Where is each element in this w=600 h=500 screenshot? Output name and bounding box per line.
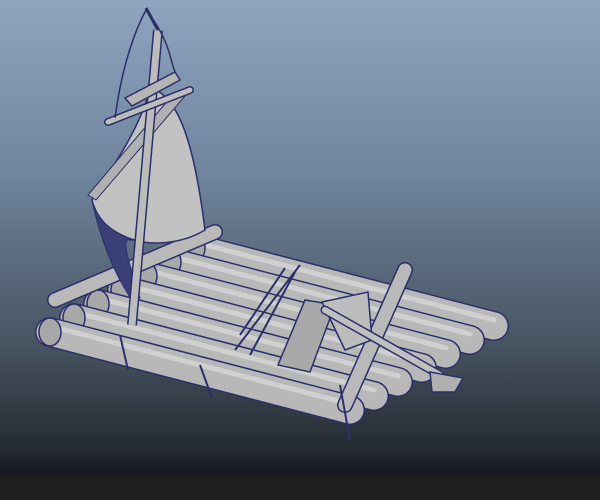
- 3d-viewport[interactable]: [0, 0, 600, 500]
- ground-strip: [0, 475, 600, 500]
- raft-model[interactable]: [0, 0, 600, 500]
- raft-logs: [35, 233, 509, 425]
